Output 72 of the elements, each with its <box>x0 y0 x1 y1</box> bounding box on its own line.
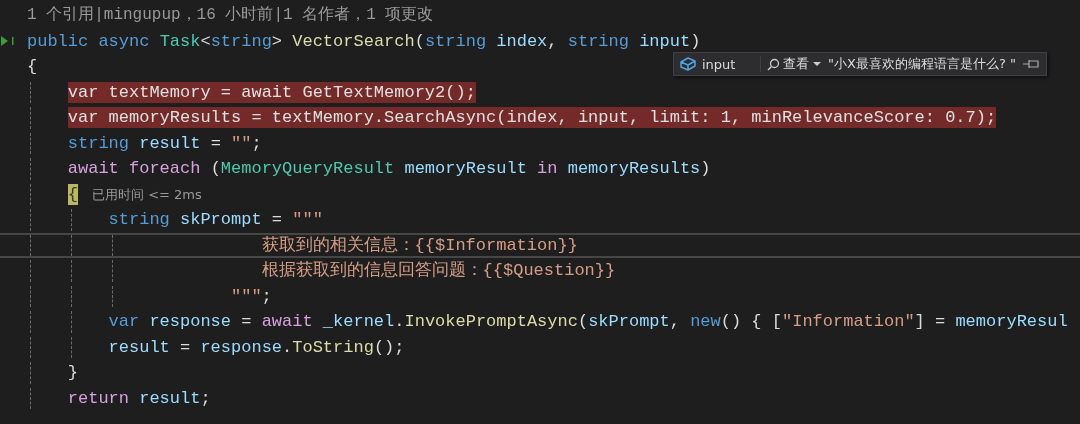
keyword: public async <box>27 30 151 52</box>
identifier: memoryResults <box>567 158 701 180</box>
code-text: < <box>200 30 211 52</box>
code-text: ; <box>251 132 262 154</box>
code-text: ) <box>700 158 711 180</box>
keyword: in <box>537 158 559 180</box>
code-text: ) <box>690 30 701 52</box>
string-literal: 根据获取到的信息回答问题：{{$Question}} <box>261 260 616 282</box>
keyword: string <box>567 30 630 52</box>
keyword: new <box>690 311 721 333</box>
codelens-text: 1 个引用|mingupup，16 小时前|1 名作者，1 项更改 <box>27 5 434 27</box>
code-text: . <box>394 311 405 333</box>
caret-icon <box>812 61 822 67</box>
keyword: await <box>261 311 314 333</box>
identifier: response <box>200 336 283 358</box>
code-text: ] = <box>914 311 947 333</box>
code-text: var textMemory = await GetTextMemory2(); <box>67 81 476 103</box>
code-text: (); <box>373 336 405 358</box>
code-text: > <box>271 30 284 52</box>
identifier: index <box>496 30 548 52</box>
variable-value: "小X最喜欢的编程语言是什么? " <box>828 55 1016 73</box>
cube-icon <box>680 57 696 71</box>
pin-icon[interactable] <box>1021 58 1040 70</box>
method-name: ToString <box>292 336 374 358</box>
arrow-icon[interactable] <box>1 35 15 48</box>
code-text: { <box>27 56 38 78</box>
keyword: await foreach <box>67 158 202 180</box>
code-text: ( <box>210 158 221 180</box>
string-literal: """ <box>231 285 262 307</box>
keyword: string <box>210 30 272 52</box>
string-literal: 获取到的相关信息：{{$Information}} <box>261 234 578 256</box>
identifier: skPrompt <box>180 209 262 231</box>
identifier: input <box>639 30 691 52</box>
type-name: Task <box>159 30 201 52</box>
keyword: string <box>108 209 171 231</box>
matched-brace: { <box>67 183 78 205</box>
identifier: _kernel <box>322 311 395 333</box>
string-literal: "Information" <box>782 311 915 333</box>
view-button[interactable]: 查看 <box>767 55 822 73</box>
code-text: ; <box>200 387 211 409</box>
code-text: } <box>67 362 78 384</box>
type-name: MemoryQueryResult <box>220 158 396 180</box>
keyword: string <box>424 30 488 52</box>
identifier: response <box>149 311 232 333</box>
code-text: . <box>282 336 293 358</box>
identifier: skPrompt <box>588 311 670 333</box>
code-text: ( <box>577 311 589 333</box>
search-icon <box>767 57 780 71</box>
code-text: var memoryResults = textMemory.SearchAsync(index, input, limit: 1, minRelevanceScore: 0.7); <box>67 107 997 129</box>
code-text: = <box>209 132 222 154</box>
code-text: = <box>240 311 253 333</box>
code-text: = <box>179 336 192 358</box>
keyword: var <box>108 311 141 333</box>
string-literal: "" <box>231 132 252 154</box>
identifier: memoryResult <box>404 158 528 180</box>
code-text: = <box>270 209 284 231</box>
code-text: () { [ <box>720 311 782 333</box>
method-name: VectorSearch <box>292 30 415 52</box>
identifier: result <box>139 132 201 154</box>
identifier: result <box>108 336 170 358</box>
method-name: InvokePromptAsync <box>404 311 578 333</box>
keyword: return <box>67 387 130 409</box>
code-text: , <box>669 311 681 333</box>
variable-name: input <box>702 56 737 72</box>
code-text: ; <box>261 285 272 307</box>
identifier: result <box>139 387 201 409</box>
code-text: , <box>547 30 559 52</box>
keyword: string <box>67 132 130 154</box>
identifier: memoryResul <box>955 311 1068 333</box>
string-literal: """ <box>292 209 323 231</box>
elapsed-time-hint: 已用时间 <= 2ms <box>92 185 202 204</box>
code-text: ( <box>414 30 425 52</box>
